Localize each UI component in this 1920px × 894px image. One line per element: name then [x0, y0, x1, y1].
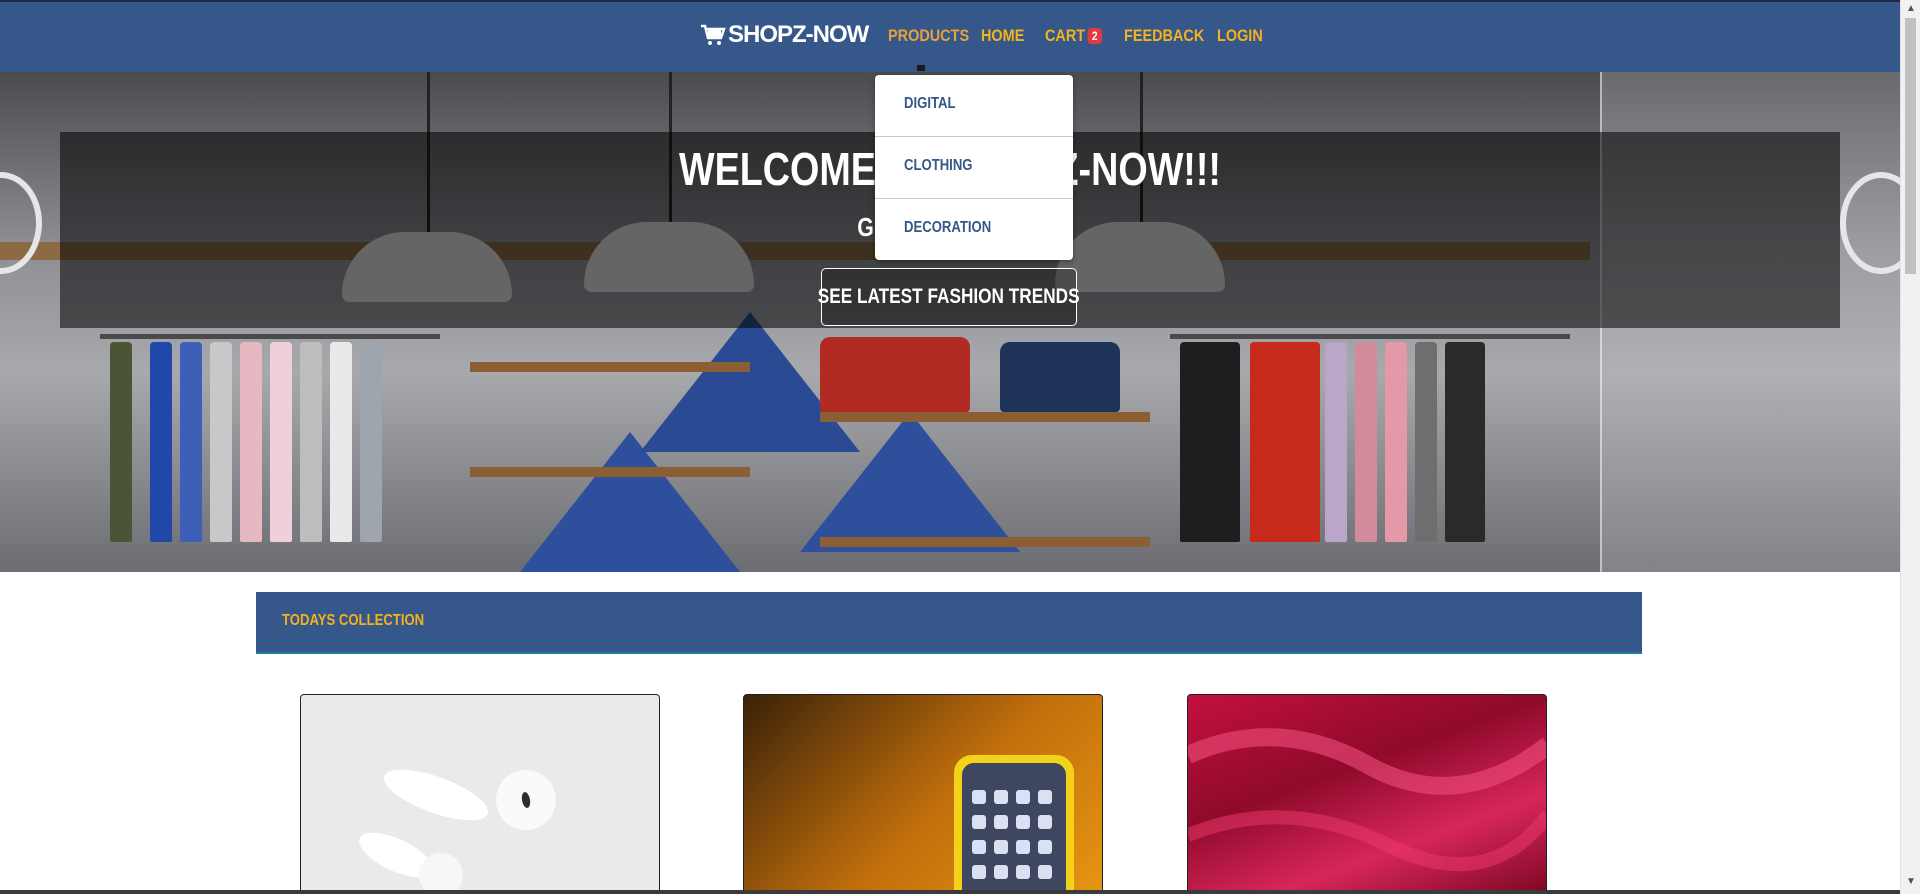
todays-collection-header: TODAYS COLLECTION — [256, 592, 1642, 654]
dropdown-item-decoration[interactable]: DECORATION — [875, 199, 1073, 260]
collection-title: TODAYS COLLECTION — [282, 612, 425, 629]
dropdown-caret — [917, 65, 925, 71]
product-card-airpods[interactable] — [300, 694, 660, 894]
product-card-red-fabric[interactable] — [1187, 694, 1547, 894]
scroll-up-arrow-icon[interactable]: ▲ — [1901, 0, 1920, 17]
dropdown-item-label: DIGITAL — [904, 95, 956, 112]
nav-cart-label: CART — [1045, 26, 1086, 45]
red-silk-fabric-image — [1188, 728, 1546, 872]
dropdown-item-label: DECORATION — [904, 219, 992, 236]
product-card-smartphone[interactable] — [743, 694, 1103, 894]
nav-feedback[interactable]: FEEDBACK — [1124, 26, 1204, 46]
see-latest-trends-button[interactable]: SEE LATEST FASHION TRENDS — [818, 268, 1080, 326]
scroll-down-arrow-icon[interactable]: ▼ — [1901, 873, 1920, 890]
scroll-thumb[interactable] — [1905, 18, 1916, 274]
smartphone-image — [954, 755, 1074, 893]
navbar: SHOPZ-NOW PRODUCTS HOME CART 2 FEEDBACK L… — [0, 2, 1900, 72]
dropdown-item-digital[interactable]: DIGITAL — [875, 75, 1073, 137]
bottom-border — [0, 890, 1900, 894]
brand-logo[interactable]: SHOPZ-NOW — [700, 20, 869, 50]
products-dropdown-menu: DIGITAL CLOTHING DECORATION — [875, 75, 1073, 260]
airpods-image — [359, 769, 556, 893]
cart-count-badge: 2 — [1087, 27, 1102, 44]
see-latest-trends-label: SEE LATEST FASHION TRENDS — [818, 285, 1080, 308]
nav-products[interactable]: PRODUCTS — [888, 26, 969, 46]
page-scrollbar[interactable]: ▲ ▼ — [1900, 0, 1920, 894]
shopping-cart-icon — [701, 24, 726, 45]
nav-login[interactable]: LOGIN — [1217, 26, 1263, 46]
nav-home[interactable]: HOME — [981, 26, 1024, 46]
brand-name: SHOPZ-NOW — [728, 21, 869, 48]
dropdown-item-clothing[interactable]: CLOTHING — [875, 137, 1073, 199]
dropdown-item-label: CLOTHING — [904, 157, 973, 174]
nav-cart[interactable]: CART 2 — [1045, 26, 1102, 46]
